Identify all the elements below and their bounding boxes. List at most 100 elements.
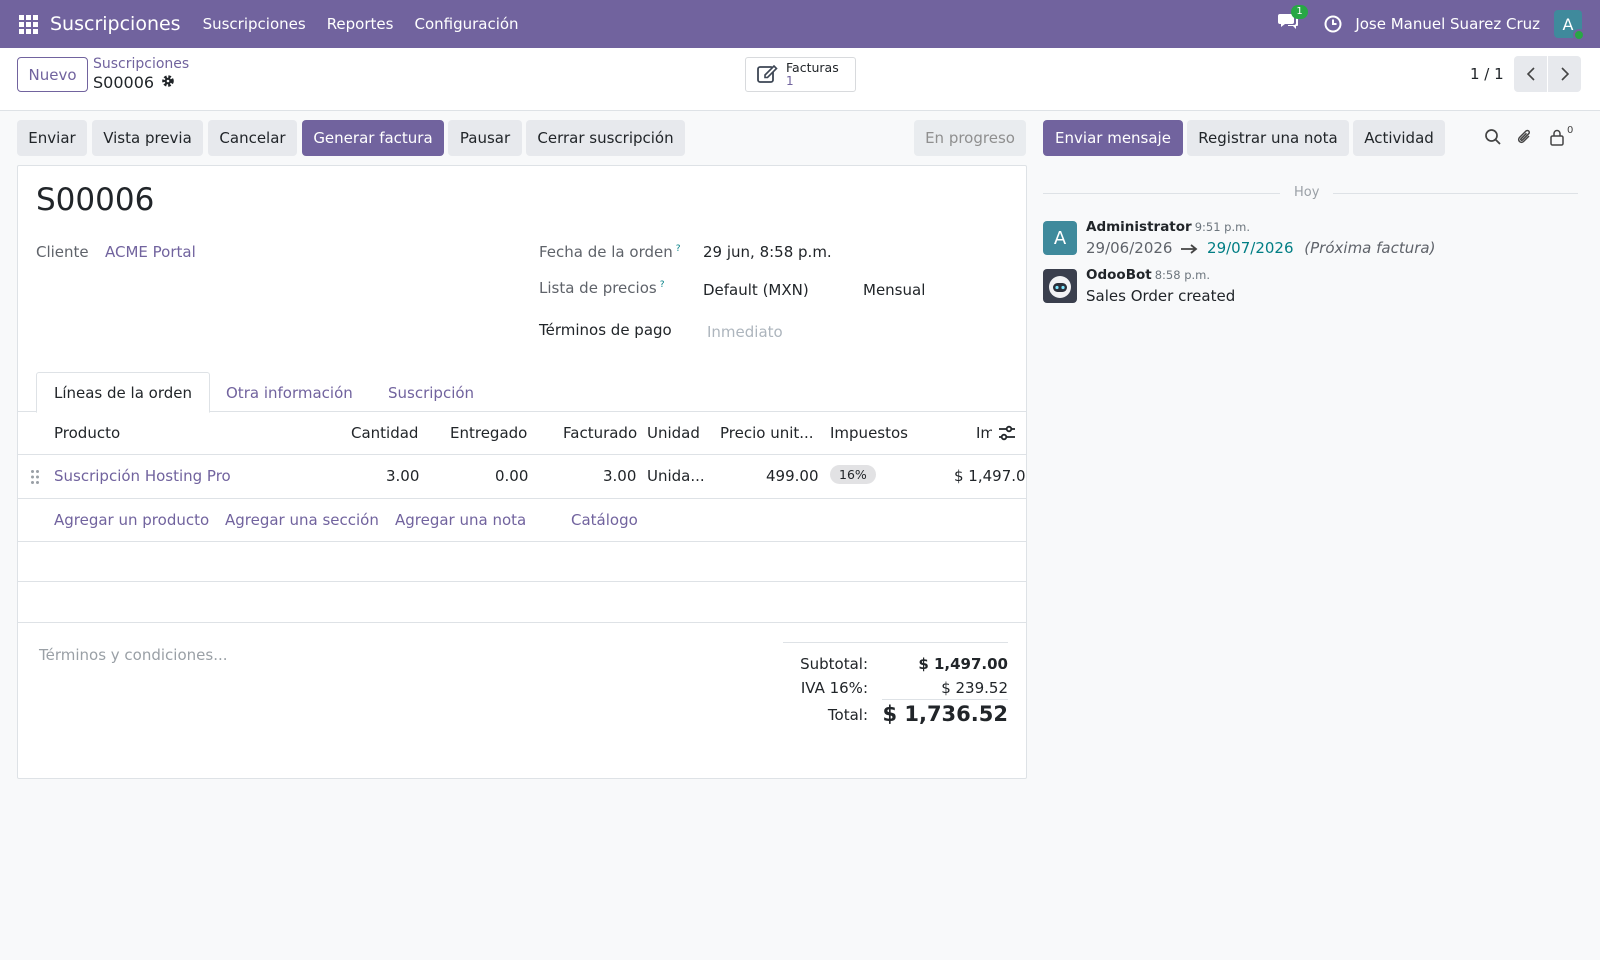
customer-label: Cliente	[36, 243, 89, 261]
gear-icon[interactable]	[161, 73, 175, 92]
tax-value: $ 239.52	[941, 679, 1008, 697]
line-quantity[interactable]: 3.00	[386, 467, 419, 485]
message-time: 8:58 p.m.	[1154, 268, 1211, 282]
author-name[interactable]: Administrator	[1086, 219, 1192, 235]
record-title: S00006	[36, 182, 155, 218]
menu-reportes[interactable]: Reportes	[327, 15, 394, 33]
apps-menu-icon[interactable]	[0, 0, 56, 48]
pager-next-button[interactable]	[1548, 56, 1581, 92]
follower-lock-icon[interactable]	[1549, 128, 1565, 150]
line-delivered[interactable]: 0.00	[495, 467, 528, 485]
search-icon[interactable]	[1484, 128, 1502, 150]
order-date-label: Fecha de la orden?	[539, 243, 681, 261]
message-author: OdooBot 8:58 p.m.	[1086, 267, 1210, 283]
log-note-button[interactable]: Registrar una nota	[1187, 120, 1349, 156]
payment-terms-label: Términos de pago	[539, 321, 672, 339]
add-section-link[interactable]: Agregar una sección	[225, 511, 379, 529]
payment-terms-field[interactable]: Inmediato	[707, 323, 783, 341]
pricelist-label: Lista de precios?	[539, 279, 664, 297]
message-author: Administrator 9:51 p.m.	[1086, 219, 1250, 235]
table-row[interactable]: Suscripción Hosting Pro 3.00 0.00 3.00 U…	[18, 456, 1026, 499]
col-unit-price[interactable]: Precio unit...	[720, 424, 814, 442]
col-delivered[interactable]: Entregado	[450, 424, 527, 442]
col-product[interactable]: Producto	[54, 424, 120, 442]
close-subscription-button[interactable]: Cerrar suscripción	[526, 120, 685, 156]
control-panel: Nuevo Suscripciones S00006 Facturas 1 1 …	[0, 48, 1600, 111]
empty-row	[18, 542, 1026, 582]
odoobot-avatar[interactable]	[1043, 269, 1077, 303]
edit-document-icon	[756, 62, 780, 88]
author-name[interactable]: OdooBot	[1086, 267, 1152, 283]
add-note-link[interactable]: Agregar una nota	[395, 511, 526, 529]
pricelist-field[interactable]: Default (MXN)	[703, 281, 809, 299]
col-quantity[interactable]: Cantidad	[351, 424, 418, 442]
messages-icon[interactable]: 1	[1277, 5, 1308, 36]
author-avatar[interactable]: A	[1043, 221, 1077, 255]
order-date-field[interactable]: 29 jun, 8:58 p.m.	[703, 243, 832, 261]
user-avatar[interactable]: A	[1554, 10, 1585, 41]
activity-clock-icon[interactable]	[1323, 14, 1343, 34]
create-invoice-button[interactable]: Generar factura	[302, 120, 444, 156]
tracking-change: 29/06/2026 29/07/2026 (Próxima factura)	[1086, 239, 1435, 258]
total-value: $ 1,736.52	[882, 699, 1008, 726]
line-tax-badge[interactable]: 16%	[830, 465, 876, 484]
date-separator: Hoy	[1280, 185, 1334, 200]
send-message-button[interactable]: Enviar mensaje	[1043, 120, 1183, 156]
help-tooltip-icon[interactable]: ?	[660, 280, 665, 290]
pause-button[interactable]: Pausar	[448, 120, 522, 156]
user-name[interactable]: Jose Manuel Suarez Cruz	[1355, 15, 1540, 33]
messages-badge: 1	[1291, 5, 1308, 19]
activity-button[interactable]: Actividad	[1353, 120, 1445, 156]
chevron-left-icon	[1526, 67, 1535, 81]
col-unit[interactable]: Unidad	[647, 424, 700, 442]
column-settings-icon[interactable]	[998, 425, 1016, 445]
menu-configuracion[interactable]: Configuración	[414, 15, 518, 33]
line-product[interactable]: Suscripción Hosting Pro	[54, 467, 231, 485]
pager-previous-button[interactable]	[1514, 56, 1547, 92]
customer-field[interactable]: ACME Portal	[105, 243, 196, 261]
arrow-right-icon	[1181, 240, 1198, 258]
new-value: 29/07/2026	[1207, 239, 1294, 257]
status-badge: En progreso	[914, 120, 1026, 156]
subtotal-value: $ 1,497.00	[918, 655, 1008, 673]
tracked-field-name: (Próxima factura)	[1304, 239, 1436, 257]
line-amount: $ 1,497.0	[954, 467, 1026, 485]
new-button[interactable]: Nuevo	[17, 57, 88, 92]
send-button[interactable]: Enviar	[17, 120, 87, 156]
catalog-link[interactable]: Catálogo	[571, 511, 638, 529]
col-invoiced[interactable]: Facturado	[563, 424, 637, 442]
help-tooltip-icon[interactable]: ?	[676, 244, 681, 254]
line-unit[interactable]: Unida...	[647, 467, 705, 485]
message-time: 9:51 p.m.	[1194, 220, 1250, 234]
tab-other-info[interactable]: Otra información	[226, 372, 353, 413]
menu-suscripciones[interactable]: Suscripciones	[203, 15, 306, 33]
breadcrumb-current: S00006	[93, 73, 175, 92]
terms-and-conditions-field[interactable]: Términos y condiciones...	[39, 646, 228, 664]
top-navbar: Suscripciones Suscripciones Reportes Con…	[0, 0, 1600, 48]
breadcrumb-current-label: S00006	[93, 73, 155, 92]
app-title[interactable]: Suscripciones	[50, 13, 181, 35]
stat-button-label: Facturas	[786, 60, 839, 75]
message-body: Sales Order created	[1086, 287, 1236, 305]
drag-handle-icon[interactable]	[30, 469, 40, 489]
line-unit-price[interactable]: 499.00	[766, 467, 819, 485]
stat-button-value: 1	[786, 74, 794, 88]
cancel-button[interactable]: Cancelar	[208, 120, 297, 156]
paperclip-icon[interactable]	[1516, 128, 1534, 150]
col-amount[interactable]: Im	[976, 424, 992, 442]
empty-row	[18, 583, 1026, 623]
add-line-actions: Agregar un producto Agregar una sección …	[18, 500, 1026, 542]
col-taxes[interactable]: Impuestos	[830, 424, 908, 442]
tab-order-lines[interactable]: Líneas de la orden	[36, 372, 210, 413]
preview-button[interactable]: Vista previa	[92, 120, 203, 156]
add-product-link[interactable]: Agregar un producto	[54, 511, 209, 529]
tab-subscription[interactable]: Suscripción	[388, 372, 474, 413]
chevron-right-icon	[1560, 67, 1569, 81]
breadcrumb-parent-link[interactable]: Suscripciones	[93, 56, 189, 72]
avatar-letter: A	[1053, 227, 1067, 249]
old-value: 29/06/2026	[1086, 239, 1173, 257]
order-lines-header: Producto Cantidad Entregado Facturado Un…	[18, 413, 1026, 455]
invoices-stat-button[interactable]: Facturas 1	[745, 57, 856, 92]
recurrence-field[interactable]: Mensual	[863, 281, 925, 299]
order-date-label-text: Fecha de la orden	[539, 243, 673, 261]
